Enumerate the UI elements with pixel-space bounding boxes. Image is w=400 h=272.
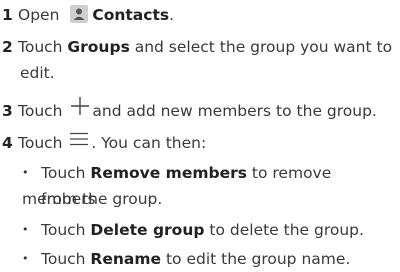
groups-label: Groups bbox=[67, 38, 130, 56]
bullet-glyph: • bbox=[22, 223, 29, 236]
step-number: 4 bbox=[2, 134, 13, 152]
step-number: 1 bbox=[2, 6, 13, 24]
step-1: 1 Open Contacts. bbox=[2, 2, 396, 28]
step-text: Open bbox=[18, 6, 65, 24]
step-4: 4 Touch . You can then: bbox=[2, 129, 396, 158]
list-item: • Touch Delete group to delete the group. bbox=[22, 217, 394, 243]
bullet-1-continued: from the group. bbox=[41, 190, 163, 208]
list-item: • Touch Rename to edit the group name. bbox=[22, 246, 394, 272]
step-number: 2 bbox=[2, 38, 13, 56]
delete-group-label: Delete group bbox=[90, 221, 205, 239]
step-number: 3 bbox=[2, 102, 13, 120]
step-3: 3 Touch and add new members to the group. bbox=[2, 95, 396, 128]
bullet-glyph: • bbox=[22, 166, 29, 179]
menu-icon bbox=[69, 129, 89, 155]
remove-members-label: Remove members bbox=[90, 164, 247, 182]
step-2: 2 Touch Groups and select the group you w… bbox=[2, 34, 396, 60]
contacts-icon bbox=[70, 5, 89, 23]
step-2-continued: edit. bbox=[20, 64, 55, 82]
bullet-glyph: • bbox=[22, 252, 29, 265]
plus-icon bbox=[69, 95, 91, 125]
app-name: Contacts bbox=[92, 6, 170, 24]
rename-label: Rename bbox=[90, 250, 162, 268]
